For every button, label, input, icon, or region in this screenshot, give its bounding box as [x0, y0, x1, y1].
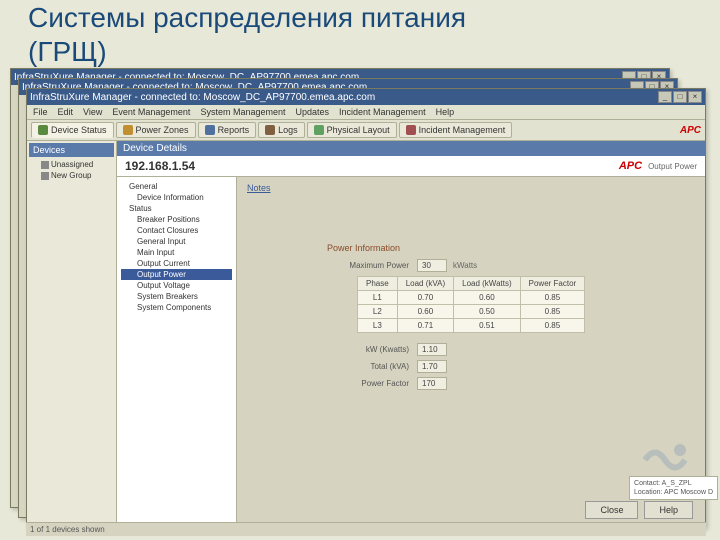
menubar: File Edit View Event Management System M…: [27, 105, 705, 120]
contact-text: Contact: A_S_ZPL: [634, 479, 713, 488]
menu-system-management[interactable]: System Management: [200, 107, 285, 117]
total-kva-value: 1.70: [417, 360, 447, 373]
help-button[interactable]: Help: [644, 501, 693, 519]
tree-status[interactable]: Status: [121, 203, 232, 214]
menu-view[interactable]: View: [83, 107, 102, 117]
menu-incident-management[interactable]: Incident Management: [339, 107, 426, 117]
incident-icon: [406, 125, 416, 135]
kw-value: 1.10: [417, 343, 447, 356]
tree-system-breakers[interactable]: System Breakers: [121, 291, 232, 302]
tab-reports[interactable]: Reports: [198, 122, 257, 138]
output-power-label: Output Power: [648, 162, 697, 171]
total-kva-label: Total (kVA): [347, 362, 417, 371]
pf-value: 170: [417, 377, 447, 390]
tab-power-zones[interactable]: Power Zones: [116, 122, 196, 138]
tree-unassigned[interactable]: Unassigned: [29, 159, 114, 170]
maximize-button[interactable]: □: [673, 91, 687, 103]
tree-contact-closures[interactable]: Contact Closures: [121, 225, 232, 236]
logs-icon: [265, 125, 275, 135]
folder-icon: [41, 161, 49, 169]
device-details-panel: Device Details 192.168.1.54 APC Output P…: [117, 141, 705, 527]
max-power-value: 30: [417, 259, 447, 272]
menu-file[interactable]: File: [33, 107, 48, 117]
power-table: Phase Load (kVA) Load (kWatts) Power Fac…: [357, 276, 585, 333]
tree-output-current[interactable]: Output Current: [121, 258, 232, 269]
tab-device-status[interactable]: Device Status: [31, 122, 114, 138]
close-button[interactable]: Close: [585, 501, 638, 519]
apc-brand: APC: [619, 160, 642, 172]
col-load-kw: Load (kWatts): [454, 277, 521, 291]
table-row: L3 0.71 0.51 0.85: [358, 319, 585, 333]
slide-title: Системы распределения питания: [28, 2, 466, 34]
folder-icon: [41, 172, 49, 180]
tab-logs[interactable]: Logs: [258, 122, 305, 138]
layout-icon: [314, 125, 324, 135]
tree-system-components[interactable]: System Components: [121, 302, 232, 313]
window-title: InfraStruXure Manager - connected to: Mo…: [30, 92, 658, 103]
reports-icon: [205, 125, 215, 135]
tree-breaker-positions[interactable]: Breaker Positions: [121, 214, 232, 225]
close-button[interactable]: ×: [688, 91, 702, 103]
menu-help[interactable]: Help: [436, 107, 455, 117]
detail-content: Notes Power Information Maximum Power 30…: [237, 177, 705, 527]
watermark-icon: [640, 440, 690, 480]
devices-panel-title: Devices: [29, 143, 114, 157]
slide-subtitle: (ГРЩ): [28, 36, 107, 68]
table-row: L1 0.70 0.60 0.85: [358, 291, 585, 305]
location-text: Location: APC Moscow D: [634, 488, 713, 497]
kw-label: kW (Kwatts): [347, 345, 417, 354]
col-phase: Phase: [358, 277, 398, 291]
tree-general-input[interactable]: General Input: [121, 236, 232, 247]
tree-output-power[interactable]: Output Power: [121, 269, 232, 280]
tree-main-input[interactable]: Main Input: [121, 247, 232, 258]
statusbar: 1 of 1 devices shown: [26, 522, 706, 536]
devices-panel: Devices Unassigned New Group: [27, 141, 117, 527]
apc-logo: APC: [680, 125, 701, 136]
device-icon: [38, 125, 48, 135]
tree-new-group[interactable]: New Group: [29, 170, 114, 181]
menu-updates[interactable]: Updates: [295, 107, 329, 117]
col-load-kva: Load (kVA): [397, 277, 453, 291]
minimize-button[interactable]: _: [658, 91, 672, 103]
col-pf: Power Factor: [520, 277, 585, 291]
detail-tree: General Device Information Status Breake…: [117, 177, 237, 527]
tree-device-info[interactable]: Device Information: [121, 192, 232, 203]
menu-event-management[interactable]: Event Management: [112, 107, 190, 117]
max-power-unit: kWatts: [447, 261, 477, 270]
tree-general[interactable]: General: [121, 181, 232, 192]
table-row: L2 0.60 0.50 0.85: [358, 305, 585, 319]
notes-link[interactable]: Notes: [247, 183, 271, 193]
toolbar: Device Status Power Zones Reports Logs P…: [27, 120, 705, 141]
device-details-title: Device Details: [117, 141, 705, 156]
window-main: InfraStruXure Manager - connected to: Mo…: [26, 88, 706, 528]
tab-physical-layout[interactable]: Physical Layout: [307, 122, 397, 138]
max-power-label: Maximum Power: [347, 261, 417, 270]
tree-output-voltage[interactable]: Output Voltage: [121, 280, 232, 291]
pf-label: Power Factor: [347, 379, 417, 388]
device-ip: 192.168.1.54: [125, 159, 195, 173]
power-info-heading: Power Information: [327, 243, 695, 253]
menu-edit[interactable]: Edit: [58, 107, 74, 117]
power-icon: [123, 125, 133, 135]
tab-incident-management[interactable]: Incident Management: [399, 122, 513, 138]
